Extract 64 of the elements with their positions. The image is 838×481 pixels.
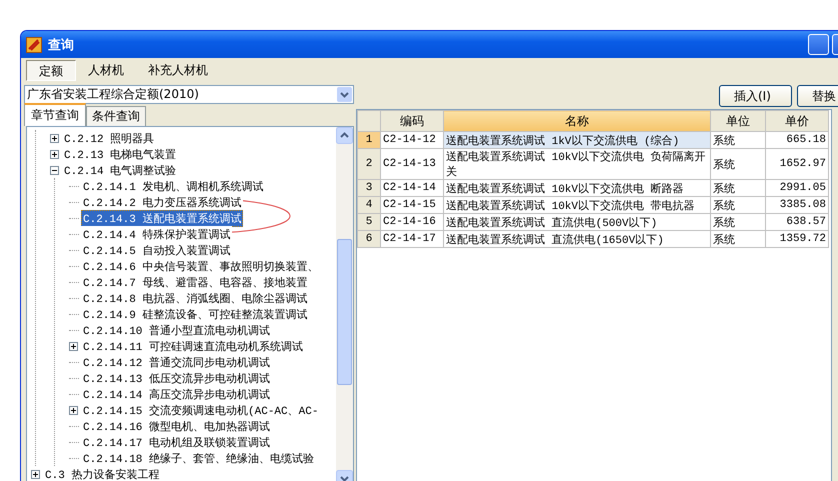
table-cell: 系统 (710, 180, 766, 196)
tab[interactable]: 定额 (26, 60, 76, 81)
tree-item[interactable]: C.2.14.13 低压交流异步电动机调试 (81, 370, 272, 386)
table-cell: 送配电装置系统调试 10kV以下交流供电 断路器 (444, 180, 710, 196)
table-cell: C2-14-16 (380, 214, 444, 230)
row-number[interactable]: 3 (358, 180, 380, 196)
table-cell: 送配电装置系统调试 1kV以下交流供电 (综合) (444, 132, 710, 148)
table-cell: 送配电装置系统调试 10kV以下交流供电 负荷隔离开关 (444, 148, 710, 180)
column-header[interactable]: 单位 (710, 110, 766, 132)
column-header[interactable]: 编码 (380, 110, 444, 132)
table-cell: 系统 (710, 214, 766, 230)
tree-item[interactable]: C.2.14.9 硅整流设备、可控硅整流装置调试 (81, 306, 310, 322)
tree-item[interactable]: C.2.14.4 特殊保护装置调试 (81, 226, 232, 242)
table-cell: 2991.05 (766, 180, 828, 196)
table-cell: C2-14-15 (380, 196, 444, 214)
table-cell: 1652.97 (766, 148, 828, 180)
scroll-up-icon[interactable] (336, 127, 353, 144)
tab[interactable]: 章节查询 (24, 103, 86, 126)
tree-item[interactable]: C.2.14.2 电力变压器系统调试 (81, 194, 244, 210)
table-cell: 系统 (710, 132, 766, 148)
collapse-icon[interactable] (50, 166, 59, 174)
table-cell: 1359.72 (766, 230, 828, 248)
tree-item[interactable]: C.2.14.10 普通小型直流电动机调试 (81, 322, 272, 338)
table-cell: 665.18 (766, 132, 828, 148)
table-cell: 送配电装置系统调试 10kV以下交流供电 带电抗器 (444, 196, 710, 214)
expand-icon[interactable] (50, 134, 59, 142)
expand-icon[interactable] (69, 406, 78, 414)
row-number[interactable]: 4 (358, 196, 380, 214)
expand-icon[interactable] (50, 150, 59, 158)
table-cell: 系统 (710, 148, 766, 180)
table-cell: 3385.08 (766, 196, 828, 214)
table-cell: C2-14-14 (380, 180, 444, 196)
tab[interactable]: 条件查询 (86, 106, 146, 126)
table-cell: 系统 (710, 230, 766, 248)
table-cell: 638.57 (766, 214, 828, 230)
scroll-thumb[interactable] (337, 239, 352, 385)
expand-icon[interactable] (69, 342, 78, 350)
tree-item[interactable]: C.2.14.7 母线、避雷器、电容器、接地装置 (81, 274, 310, 290)
action-button[interactable]: 插入(I) (719, 85, 792, 107)
row-number[interactable]: 2 (358, 148, 380, 180)
tree-item[interactable]: C.2.14.3 送配电装置系统调试 (81, 210, 244, 226)
column-header[interactable]: 单价 (766, 110, 828, 132)
row-number[interactable]: 1 (358, 132, 380, 148)
tree-item[interactable]: C.3 热力设备安装工程 (43, 466, 162, 481)
table-cell: C2-14-13 (380, 148, 444, 180)
table-cell: C2-14-12 (380, 132, 444, 148)
table-cell: 送配电装置系统调试 直流供电(500V以下) (444, 214, 710, 230)
app-icon (26, 36, 42, 52)
action-button[interactable]: 替换 (797, 85, 838, 107)
tree-item[interactable]: C.2.14.14 高压交流异步电动机调试 (81, 386, 272, 402)
table-cell: 送配电装置系统调试 直流供电(1650V以下) (444, 230, 710, 248)
tree-item[interactable]: C.2.14.12 普通交流同步电动机调试 (81, 354, 272, 370)
row-number[interactable]: 6 (358, 230, 380, 248)
scrollbar[interactable] (336, 127, 353, 481)
library-dropdown[interactable]: 广东省安装工程综合定额(2010) (24, 85, 354, 104)
table-cell: C2-14-17 (380, 230, 444, 248)
window-title: 查询 (48, 36, 74, 54)
column-header[interactable]: 名称 (444, 110, 710, 132)
tree-item[interactable]: C.2.14.11 可控硅调速直流电动机系统调试 (81, 338, 306, 354)
row-number[interactable]: 5 (358, 214, 380, 230)
table-cell: 系统 (710, 196, 766, 214)
tree-item[interactable]: C.2.14.1 发电机、调相机系统调试 (81, 178, 266, 194)
tree-item[interactable]: C.2.14.5 自动投入装置调试 (81, 242, 232, 258)
expand-icon[interactable] (31, 470, 40, 478)
